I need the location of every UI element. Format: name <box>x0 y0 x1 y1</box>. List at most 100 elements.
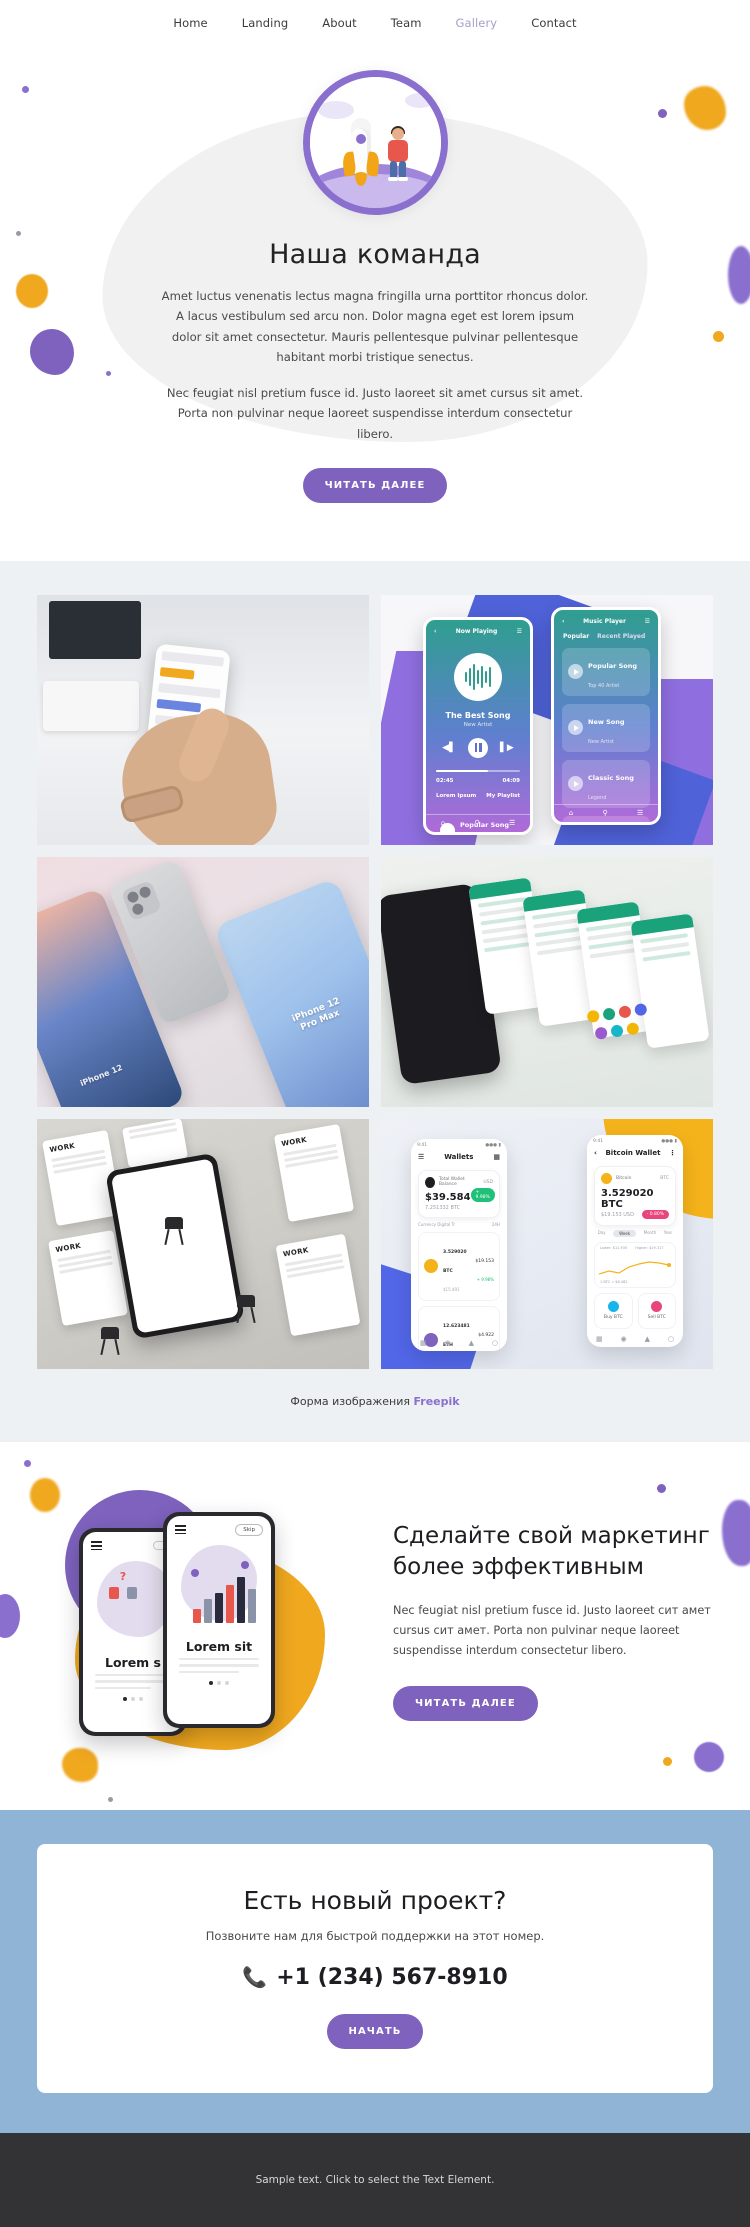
balance-btc: 7.251332 BTC <box>425 1204 461 1211</box>
bell-icon[interactable]: ▲ <box>645 1335 650 1343</box>
gallery-tile-work-cards[interactable]: WORK WORK WORK WORK <box>37 1118 369 1369</box>
btc-change-badge: - 0.80% <box>641 1209 669 1219</box>
bitcoin-wallet-title: Bitcoin Wallet <box>605 1148 661 1157</box>
coin-name: Bitcoin <box>616 1175 632 1181</box>
music-player-screen-library: ‹ Music Player ☰ Popular Recent Played Popu… <box>551 606 661 825</box>
currency-select[interactable]: USD <box>483 1180 493 1185</box>
range-week[interactable]: Week <box>613 1229 637 1237</box>
footer: Sample text. Click to select the Text El… <box>0 2132 750 2227</box>
coin-symbol: BTC <box>660 1175 669 1181</box>
gallery-tile-chat-screens[interactable] <box>381 856 713 1107</box>
price-chart: Lower: $11.935 Higher: $19.317 1 BTC = $6… <box>594 1241 676 1288</box>
range-day[interactable]: Day <box>598 1230 606 1237</box>
song-list-item[interactable]: New Song New Artist <box>562 703 650 752</box>
nav-item-gallery[interactable]: Gallery <box>456 16 498 30</box>
page-title: Наша команда <box>269 239 481 270</box>
nav-item-about[interactable]: About <box>322 16 357 30</box>
home-icon[interactable]: ⌂ <box>441 819 445 827</box>
label-lorem: Lorem Ipsum <box>436 792 477 799</box>
tab-popular[interactable]: Popular <box>563 633 589 640</box>
marketing-read-more-button[interactable]: ЧИТАТЬ ДАЛЕЕ <box>393 1685 538 1721</box>
hero-content: Наша команда Amet luctus venenatis lectu… <box>0 52 750 503</box>
bell-icon[interactable]: ▲ <box>469 1339 474 1347</box>
waveform-icon <box>454 652 502 701</box>
credit-link-freepik[interactable]: Freepik <box>413 1395 459 1408</box>
cta-subtitle: Позвоните нам для быстрой поддержки на э… <box>205 1928 545 1943</box>
deco-blob-purple-mk-rightedge <box>722 1499 750 1566</box>
sell-btc-button[interactable]: Sell BTC <box>637 1292 676 1329</box>
home-icon[interactable]: ⌂ <box>569 809 573 817</box>
nav-item-home[interactable]: Home <box>173 16 207 30</box>
time-total: 04:09 <box>502 777 520 784</box>
marketing-text: Сделайте свой маркетинг более эффективны… <box>393 1521 713 1721</box>
nav-item-contact[interactable]: Contact <box>531 16 576 30</box>
clock-icon[interactable]: ◉ <box>621 1335 627 1343</box>
cta-card: Есть новый проект? Позвоните нам для быс… <box>37 1843 713 2093</box>
cta-start-button[interactable]: НАЧАТЬ <box>326 2013 424 2049</box>
rocket-icon <box>340 118 381 186</box>
main-navigation: Home Landing About Team Gallery Contact <box>0 0 750 46</box>
menu-icon[interactable]: ☰ <box>418 1153 424 1161</box>
btc-usd: $19.153 USD <box>601 1212 634 1219</box>
range-month[interactable]: Month <box>644 1230 657 1237</box>
label-playlist: My Playlist <box>486 792 520 799</box>
tab-recent-played[interactable]: Recent Played <box>597 633 645 640</box>
nav-item-landing[interactable]: Landing <box>242 16 289 30</box>
balance-label: Total Wallet Balance <box>438 1177 465 1188</box>
song-title: The Best Song <box>445 710 511 720</box>
gallery-tile-iphone-12-pro-max[interactable]: iPhone 12 Pro Max iPhone 12 <box>37 856 369 1107</box>
deco-dot-grey-mk-bottom <box>108 1796 113 1802</box>
settings-icon[interactable]: ○ <box>492 1339 498 1347</box>
skip-button[interactable]: Skip <box>235 1523 263 1536</box>
time-elapsed: 02:45 <box>436 777 454 784</box>
back-icon[interactable]: ‹ <box>594 1149 597 1157</box>
image-credit: Форма изображения Freepik <box>0 1369 750 1442</box>
gallery-tile-crypto-wallet[interactable]: 9:41 ●●● ▮ ☰ Wallets ▦ Total Wallet Balance… <box>381 1118 713 1369</box>
song-list-item[interactable]: Popular Song Top 40 Artist <box>562 647 650 696</box>
buy-btc-button[interactable]: Buy BTC <box>594 1292 633 1329</box>
hero-section: Наша команда Amet luctus venenatis lectu… <box>0 46 750 561</box>
wallet-icon[interactable]: ▦ <box>596 1335 603 1343</box>
footer-text[interactable]: Sample text. Click to select the Text El… <box>256 2174 495 2186</box>
hero-read-more-button[interactable]: ЧИТАТЬ ДАЛЕЕ <box>302 467 448 503</box>
hero-paragraph-2: Nec feugiat nisl pretium fusce id. Justo… <box>166 386 584 441</box>
wallet-screen-overview: 9:41 ●●● ▮ ☰ Wallets ▦ Total Wallet Balance… <box>411 1138 507 1351</box>
cta-phone-number[interactable]: 📞 +1 (234) 567-8910 <box>37 1965 713 1990</box>
settings-icon[interactable]: ○ <box>668 1335 674 1343</box>
search-icon[interactable]: ⚲ <box>475 819 480 827</box>
pause-icon[interactable] <box>468 737 488 758</box>
gallery-section: ‹ Now Playing ☰ The Best Song New Artist ◀… <box>0 560 750 1442</box>
legend-low: Lower: $11.935 <box>600 1245 628 1250</box>
marketing-paragraph: Nec feugiat nisl pretium fusce id. Justo… <box>393 1603 711 1658</box>
search-icon[interactable]: ⚲ <box>603 809 608 817</box>
song-list-item[interactable]: Classic Song Legend <box>562 759 650 808</box>
gallery-tile-music-player[interactable]: ‹ Now Playing ☰ The Best Song New Artist ◀… <box>381 594 713 845</box>
marketing-content: ? Lorem s Skip Lorem sit Сделайте свой м… <box>37 1486 713 1756</box>
burger-icon[interactable] <box>91 1539 102 1553</box>
song-artist: New Artist <box>463 721 493 728</box>
marketing-title: Сделайте свой маркетинг более эффективны… <box>393 1523 710 1580</box>
progress-bar[interactable] <box>436 769 520 772</box>
card-icon[interactable]: ▦ <box>493 1153 500 1161</box>
music-player-header: Music Player <box>583 617 626 625</box>
range-year[interactable]: Year <box>664 1230 672 1237</box>
marketing-phones-illustration: ? Lorem s Skip Lorem sit <box>37 1486 367 1756</box>
clock-icon[interactable]: ◉ <box>445 1339 451 1347</box>
next-icon[interactable]: ▌▶ <box>500 743 514 753</box>
burger-icon[interactable] <box>175 1523 186 1537</box>
total-balance: $39.584 <box>425 1191 471 1203</box>
balance-change-badge: + 9.98% <box>470 1188 495 1203</box>
gallery-tile-hand-holding-phone[interactable] <box>37 594 369 845</box>
marketing-section: ? Lorem s Skip Lorem sit Сделайте свой м… <box>0 1441 750 1810</box>
nav-item-team[interactable]: Team <box>391 16 422 30</box>
wallet-row[interactable]: 3.529020 BTC $15.491 $19.153 + 9.98% <box>418 1231 500 1301</box>
now-playing-header: Now Playing <box>455 627 498 635</box>
more-icon[interactable]: ⋮ <box>669 1149 676 1157</box>
wallet-icon[interactable]: ▦ <box>420 1339 427 1347</box>
previous-icon[interactable]: ◀▌ <box>442 743 456 753</box>
cta-title: Есть новый проект? <box>243 1885 507 1915</box>
settings-icon[interactable]: ☰ <box>509 819 515 827</box>
settings-icon[interactable]: ☰ <box>637 809 643 817</box>
song-list-item[interactable]: Night SongDark Artist <box>562 815 650 822</box>
landing-page: Home Landing About Team Gallery Contact <box>0 0 750 2227</box>
